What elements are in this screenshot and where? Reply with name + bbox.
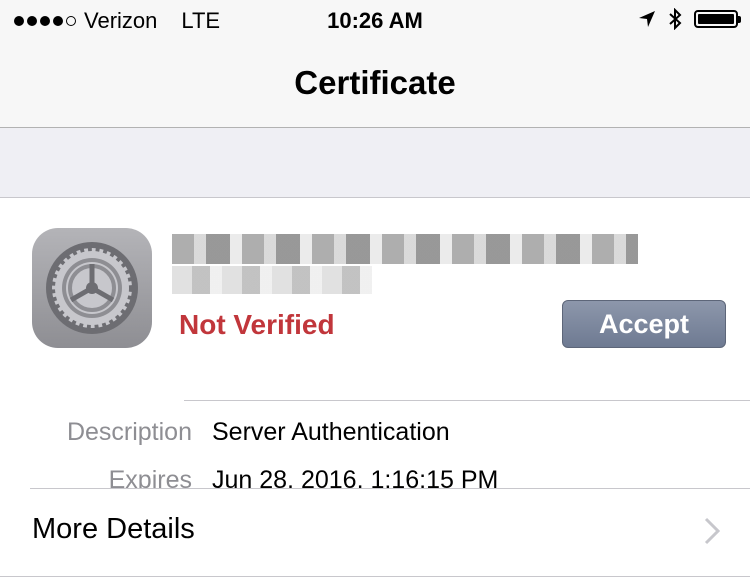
- description-value: Server Authentication: [212, 418, 450, 446]
- certificate-panel: Not Verified Accept Description Server A…: [0, 198, 750, 580]
- verification-status: Not Verified: [179, 309, 335, 340]
- status-bar: Verizon LTE 10:26 AM: [0, 0, 750, 42]
- accept-button[interactable]: Accept: [562, 300, 726, 348]
- description-label: Description: [66, 418, 192, 446]
- location-arrow-icon: [639, 11, 655, 27]
- battery-icon: [694, 10, 741, 28]
- chevron-right-icon: [704, 517, 720, 545]
- settings-gear-icon: [32, 228, 152, 348]
- navigation-bar: Certificate: [0, 42, 750, 128]
- divider: [184, 400, 750, 401]
- bluetooth-icon: [669, 8, 682, 30]
- more-details-label: More Details: [32, 513, 195, 545]
- status-right: [638, 8, 741, 30]
- section-spacer: [0, 128, 750, 198]
- page-title: Certificate: [294, 64, 456, 101]
- redacted-certificate-name: [172, 234, 638, 298]
- more-details-row[interactable]: More Details: [0, 489, 750, 575]
- divider: [0, 576, 750, 577]
